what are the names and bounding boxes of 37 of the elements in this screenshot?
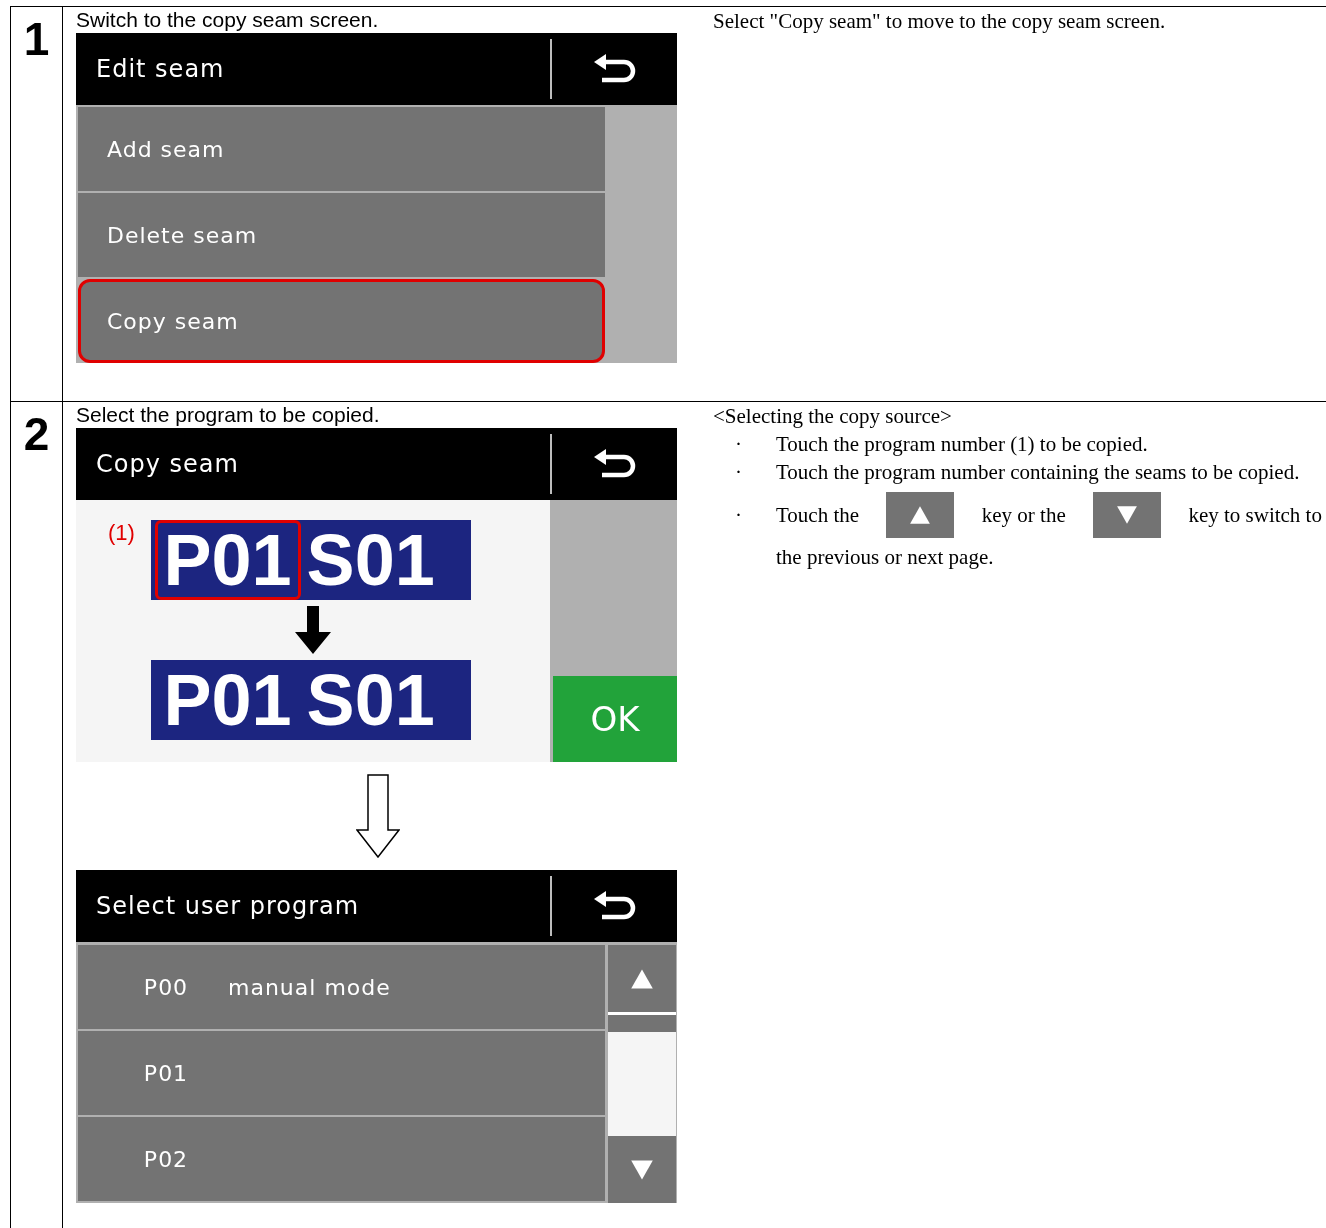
bullet-text: the previous or next page. xyxy=(776,544,994,571)
callout-label: (1) xyxy=(108,519,135,547)
program-list-item[interactable]: P02 xyxy=(78,1117,605,1201)
program-list-item[interactable]: P01 xyxy=(78,1031,605,1115)
menu-item[interactable]: Delete seam xyxy=(78,193,605,277)
seam-number: S01 xyxy=(306,524,435,596)
screen-title: Edit seam xyxy=(95,54,226,85)
bullet-text: Touch the program number (1) to be copied. xyxy=(776,431,1149,458)
screen-title: Copy seam xyxy=(95,449,240,480)
program-number[interactable]: P01 xyxy=(154,660,301,740)
bullet-text: Touch the xyxy=(776,502,860,529)
step-number: 2 xyxy=(23,407,50,462)
down-triangle-icon xyxy=(630,1157,654,1182)
scroll-up-button[interactable] xyxy=(608,945,676,1012)
ok-button[interactable]: OK xyxy=(553,676,677,762)
scroll-down-button[interactable] xyxy=(608,1136,676,1203)
program-number[interactable]: P01 xyxy=(154,520,301,600)
down-key-icon xyxy=(1093,492,1162,538)
menu-item[interactable]: Copy seam xyxy=(78,279,605,363)
bullet-mark: · xyxy=(734,459,743,486)
step-caption: Switch to the copy seam screen. xyxy=(76,7,379,33)
up-key-icon xyxy=(886,492,955,538)
menu-item[interactable]: Add seam xyxy=(78,107,605,191)
bullet-text: Touch the program number containing the seams to be copied. xyxy=(776,459,1301,486)
hollow-down-arrow-icon xyxy=(356,774,400,858)
program-list-item[interactable]: P00 manual mode xyxy=(78,945,605,1029)
description-text: Select "Copy seam" to move to the copy seam screen. xyxy=(713,8,1166,35)
bullet-mark: · xyxy=(734,502,743,529)
step-caption: Select the program to be copied. xyxy=(76,402,380,428)
step-number: 1 xyxy=(23,12,50,67)
description-text: <Selecting the copy source> xyxy=(713,403,952,430)
bullet-text: key to switch to xyxy=(1188,502,1322,529)
screen-title: Select user program xyxy=(95,891,361,922)
bullet-mark: · xyxy=(734,431,743,458)
down-arrow-icon xyxy=(295,606,331,654)
seam-number: S01 xyxy=(306,664,435,736)
bullet-text: key or the xyxy=(981,502,1066,529)
